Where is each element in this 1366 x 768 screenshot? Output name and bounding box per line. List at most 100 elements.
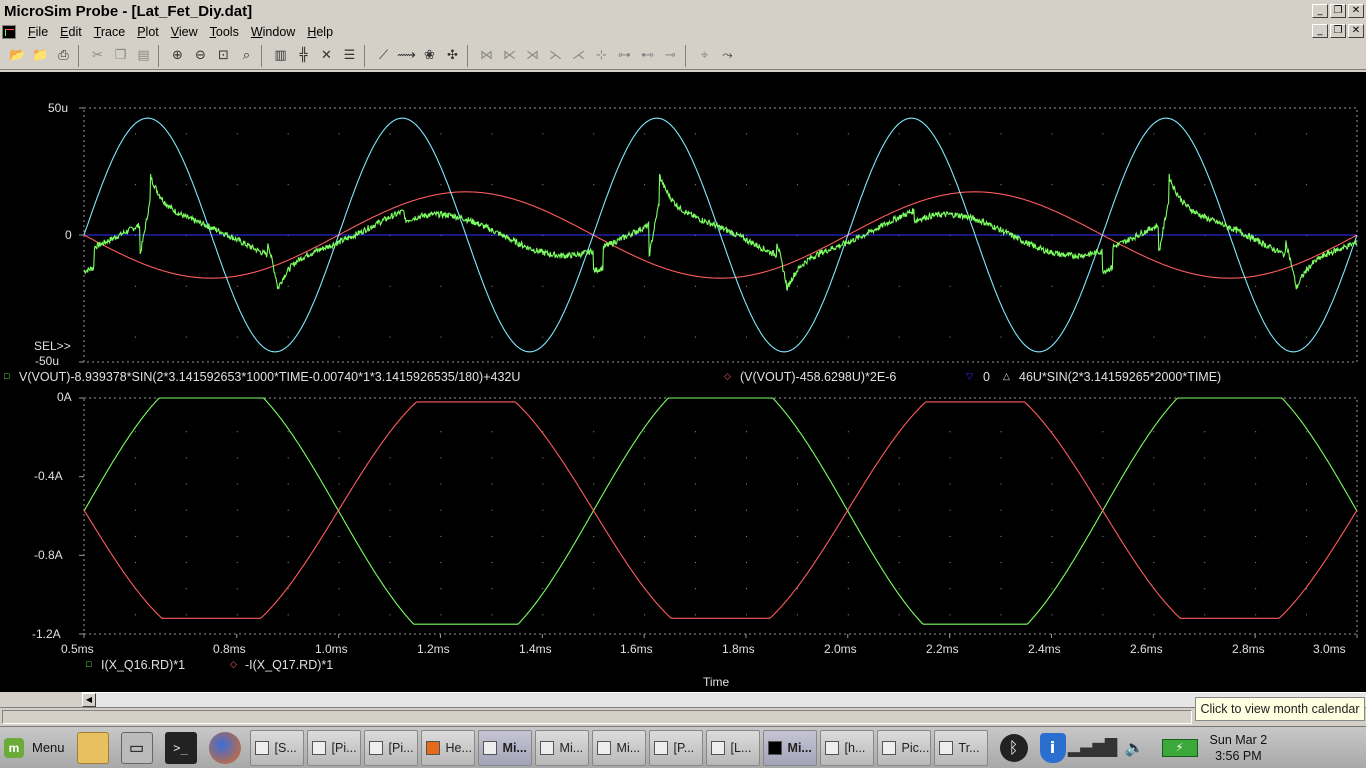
restore-button[interactable]: ❐ (1330, 4, 1346, 18)
cursor-min-icon[interactable]: ⋋ (544, 44, 567, 67)
zoom-area-icon[interactable]: ⊡ (212, 44, 235, 67)
menu-plot[interactable]: Plot (131, 25, 165, 39)
task-icon (539, 740, 554, 755)
cursor-search-icon[interactable]: ⊶ (613, 44, 636, 67)
legend-zero[interactable]: 0 (983, 370, 990, 384)
lower-ytick-3: -1.2A (32, 627, 61, 641)
task-button-6[interactable]: Mi... (534, 729, 589, 766)
task-button-5[interactable]: Mi... (477, 729, 532, 766)
paste-icon[interactable]: ▤ (132, 44, 155, 67)
next-transition-icon[interactable]: ⊷ (636, 44, 659, 67)
cursor-trough-icon[interactable]: ⋉ (498, 44, 521, 67)
copy-icon[interactable]: ❐ (109, 44, 132, 67)
previous-transition-icon[interactable]: ⊸ (659, 44, 682, 67)
mark-data-icon[interactable]: ✣ (441, 44, 464, 67)
task-button-9[interactable]: [L... (705, 729, 760, 766)
cursor-point-icon[interactable]: ⊹ (590, 44, 613, 67)
lower-plot-frame (83, 397, 1358, 635)
menu-tools[interactable]: Tools (204, 25, 245, 39)
menu-file[interactable]: File (22, 25, 54, 39)
task-button-7[interactable]: Mi... (591, 729, 646, 766)
task-button-8[interactable]: [P... (648, 729, 703, 766)
fourier-icon[interactable]: ╬ (292, 44, 315, 67)
firefox-launcher-icon[interactable] (208, 731, 241, 764)
doc-minimize-button[interactable]: _ (1312, 24, 1328, 38)
task-button-11[interactable]: [h... (819, 729, 874, 766)
menu-view[interactable]: View (165, 25, 204, 39)
doc-close-button[interactable]: ✕ (1348, 24, 1364, 38)
selection-marker: SEL>> (34, 339, 71, 353)
xtick-11: 2.8ms (1232, 642, 1265, 656)
task-button-4[interactable]: He... (420, 729, 475, 766)
performance-icon[interactable]: ✕ (315, 44, 338, 67)
legend-marker-q16: □ (86, 659, 92, 669)
q17-current-trace (83, 401, 1358, 619)
task-button-3[interactable]: [Pi... (363, 729, 418, 766)
legend-marker-zero: ▽ (966, 371, 973, 381)
doc-restore-button[interactable]: ❐ (1330, 24, 1346, 38)
zoom-out-icon[interactable]: ⊖ (189, 44, 212, 67)
log-y-icon[interactable]: ☰ (338, 44, 361, 67)
legend-q16[interactable]: I(X_Q16.RD)*1 (101, 658, 185, 672)
task-icon (938, 740, 953, 755)
task-icon (425, 740, 440, 755)
append-file-icon[interactable]: 📁 (29, 44, 52, 67)
upper-ytick-bottom: -50u (35, 354, 60, 368)
legend-sine[interactable]: 46U*SIN(2*3.14159265*2000*TIME) (1019, 370, 1221, 384)
battery-icon[interactable]: ⚡ (1161, 738, 1198, 757)
minimize-button[interactable]: _ (1312, 4, 1328, 18)
cursor-peak-icon[interactable]: ⋈ (475, 44, 498, 67)
legend-vout-residual[interactable]: V(VOUT)-8.939378*SIN(2*3.141592653*1000*… (19, 370, 520, 384)
lower-ytick-0: 0A (57, 390, 72, 404)
info-shield-icon[interactable]: i (1039, 732, 1066, 763)
toggle-cursor-icon[interactable]: ⌖ (693, 44, 716, 67)
eval-goal-icon[interactable]: ⟿ (395, 44, 418, 67)
scroll-left-icon[interactable]: ◀ (82, 693, 96, 707)
network-signal-icon[interactable]: ▂▄▆█ (1068, 732, 1117, 764)
task-button-10[interactable]: Mi... (762, 729, 817, 766)
add-trace-icon[interactable]: ⟋ (372, 44, 395, 67)
menu-edit[interactable]: Edit (54, 25, 88, 39)
clock[interactable]: Sun Mar 2 3:56 PM (1210, 732, 1268, 764)
task-button-1[interactable]: [S... (249, 729, 304, 766)
mark-label-icon[interactable]: ⤳ (716, 44, 739, 67)
cut-icon[interactable]: ✂ (86, 44, 109, 67)
task-button-12[interactable]: Pic... (876, 729, 931, 766)
xtick-4: 1.4ms (519, 642, 552, 656)
print-icon[interactable]: ⎙ (52, 44, 75, 67)
cursor-slope-icon[interactable]: ⋊ (521, 44, 544, 67)
close-button[interactable]: ✕ (1348, 4, 1364, 18)
add-label-icon[interactable]: ❀ (418, 44, 441, 67)
task-button-13[interactable]: Tr... (933, 729, 988, 766)
menu-trace[interactable]: Trace (88, 25, 132, 39)
task-icon (881, 740, 896, 755)
cursor-max-icon[interactable]: ⋌ (567, 44, 590, 67)
start-menu-label: Menu (32, 740, 65, 755)
menu-window[interactable]: Window (245, 25, 301, 39)
plot-window[interactable]: 50u 0 SEL>> -50u 0A -0.4A -0.8A -1.2A □ … (0, 72, 1366, 692)
drive-launcher-icon[interactable]: ▭ (120, 731, 153, 764)
start-menu-button[interactable]: m Menu (0, 729, 71, 767)
zoom-in-icon[interactable]: ⊕ (166, 44, 189, 67)
legend-vout-scaled[interactable]: (V(VOUT)-458.6298U)*2E-6 (740, 370, 896, 384)
bluetooth-icon[interactable]: ᛒ (999, 733, 1028, 762)
task-icon (710, 740, 725, 755)
terminal-launcher-icon[interactable]: >_ (164, 731, 197, 764)
open-file-icon[interactable]: 📂 (6, 44, 29, 67)
task-button-2[interactable]: [Pi... (306, 729, 361, 766)
task-icon (653, 740, 668, 755)
xtick-10: 2.6ms (1130, 642, 1163, 656)
legend-q17[interactable]: -I(X_Q17.RD)*1 (245, 658, 333, 672)
app-window-controls: _ ❐ ✕ (1312, 4, 1364, 18)
probe-document-icon[interactable] (2, 25, 16, 39)
menu-help[interactable]: Help (301, 25, 339, 39)
xtick-5: 1.6ms (620, 642, 653, 656)
log-x-icon[interactable]: ▥ (269, 44, 292, 67)
title-bar: MicroSim Probe - [Lat_Fet_Diy.dat] _ ❐ ✕ (0, 0, 1366, 22)
volume-icon[interactable]: 🔈 (1120, 732, 1150, 764)
zoom-fit-icon[interactable]: ⌕ (235, 44, 258, 67)
files-launcher-icon[interactable] (76, 731, 109, 764)
horizontal-scrollbar[interactable]: ◀ (82, 692, 1366, 707)
q16-current-trace (83, 397, 1358, 625)
task-icon (824, 740, 839, 755)
